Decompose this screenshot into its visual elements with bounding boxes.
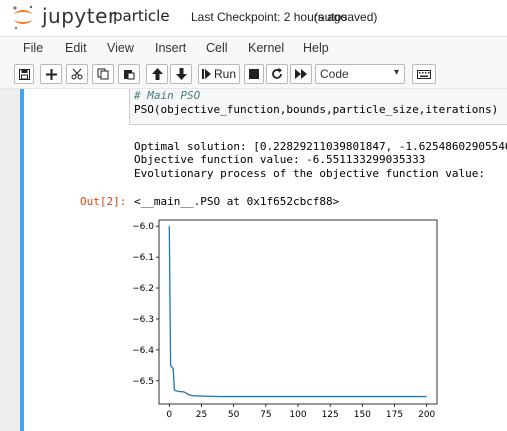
- code-statement: PSO(objective_function,bounds,particle_s…: [134, 103, 499, 116]
- arrow-up-icon: [151, 68, 163, 80]
- y-axis: −6.0 −6.1 −6.2 −6.3 −6.4 −6.5: [132, 222, 159, 387]
- scissors-icon: [71, 68, 83, 80]
- move-down-button[interactable]: [170, 64, 192, 84]
- plus-icon: [45, 68, 57, 80]
- toolbar: Run Code ▾: [0, 58, 507, 89]
- stdout-line-objective: Objective function value: -6.55113329903…: [134, 153, 426, 166]
- x-tick-label: 75: [260, 410, 271, 420]
- autosave-status: (autosaved): [314, 10, 378, 24]
- move-up-button[interactable]: [146, 64, 168, 84]
- copy-icon: [97, 68, 109, 80]
- jupyter-wordmark: jupyter: [42, 4, 117, 28]
- y-tick-label: −6.2: [132, 284, 154, 294]
- keyboard-icon: [417, 69, 431, 79]
- x-tick-label: 200: [418, 410, 435, 420]
- menu-bar: File Edit View Insert Cell Kernel Help: [0, 36, 507, 58]
- insert-cell-button[interactable]: [40, 64, 62, 84]
- x-tick-label: 0: [166, 410, 172, 420]
- restart-run-all-button[interactable]: [290, 64, 312, 84]
- code-input-area[interactable]: # Main PSO PSO(objective_function,bounds…: [129, 89, 507, 125]
- run-button[interactable]: Run: [198, 64, 240, 84]
- menu-kernel[interactable]: Kernel: [248, 41, 284, 55]
- step-forward-icon: [201, 69, 211, 79]
- y-tick-label: −6.4: [132, 346, 154, 356]
- x-tick-label: 175: [386, 410, 403, 420]
- arrow-down-icon: [175, 68, 187, 80]
- chevron-down-icon: ▾: [393, 67, 399, 78]
- x-tick-label: 125: [322, 410, 339, 420]
- command-palette-button[interactable]: [412, 64, 436, 84]
- menu-view[interactable]: View: [107, 41, 134, 55]
- cell-type-value: Code: [320, 67, 349, 81]
- stdout-line-solution: Optimal solution: [0.22829211039801847, …: [134, 140, 507, 153]
- plot-frame: [158, 219, 438, 405]
- paste-button[interactable]: [118, 64, 140, 84]
- menu-file[interactable]: File: [23, 41, 43, 55]
- code-comment: # Main PSO: [134, 89, 201, 102]
- x-tick-label: 150: [354, 410, 371, 420]
- stop-icon: [249, 69, 259, 79]
- output-repr: <__main__.PSO at 0x1f652cbcf88>: [134, 195, 340, 208]
- x-tick-label: 100: [289, 410, 306, 420]
- y-tick-label: −6.0: [132, 222, 154, 232]
- cell-selection-indicator: [20, 89, 24, 431]
- cut-button[interactable]: [66, 64, 88, 84]
- x-tick-label: 50: [228, 410, 240, 420]
- clipboard-icon: [124, 70, 135, 80]
- cell-type-select[interactable]: Code ▾: [315, 64, 405, 84]
- menu-insert[interactable]: Insert: [155, 41, 186, 55]
- y-tick-label: −6.3: [132, 315, 154, 325]
- save-button[interactable]: [14, 64, 34, 84]
- jupyter-logo-icon: [13, 5, 33, 30]
- y-tick-label: −6.1: [132, 253, 154, 263]
- menu-cell[interactable]: Cell: [206, 41, 228, 55]
- menu-edit[interactable]: Edit: [65, 41, 87, 55]
- fast-forward-icon: [295, 69, 307, 79]
- x-axis: 0 25 50 75 100 125 150 175 200: [166, 404, 436, 420]
- save-icon: [18, 68, 30, 80]
- notebook-header: jupyter particle Last Checkpoint: 2 hour…: [0, 0, 507, 36]
- stdout-line-process: Evolutionary process of the objective fu…: [134, 167, 485, 180]
- copy-button[interactable]: [92, 64, 114, 84]
- y-tick-label: −6.5: [132, 377, 154, 387]
- refresh-icon: [272, 68, 282, 79]
- notebook-area[interactable]: # Main PSO PSO(objective_function,bounds…: [0, 89, 507, 431]
- x-tick-label: 25: [196, 410, 207, 420]
- interrupt-button[interactable]: [244, 64, 264, 84]
- run-label: Run: [213, 67, 236, 81]
- output-prompt: Out[2]:: [80, 195, 127, 208]
- objective-value-line-chart: −6.0 −6.1 −6.2 −6.3 −6.4 −6.5 0 25 50 75 100 125 15…: [132, 219, 438, 420]
- jupyter-logo[interactable]: jupyter: [10, 2, 120, 32]
- notebook-name[interactable]: particle: [113, 7, 170, 25]
- restart-button[interactable]: [266, 64, 288, 84]
- menu-help[interactable]: Help: [303, 41, 329, 55]
